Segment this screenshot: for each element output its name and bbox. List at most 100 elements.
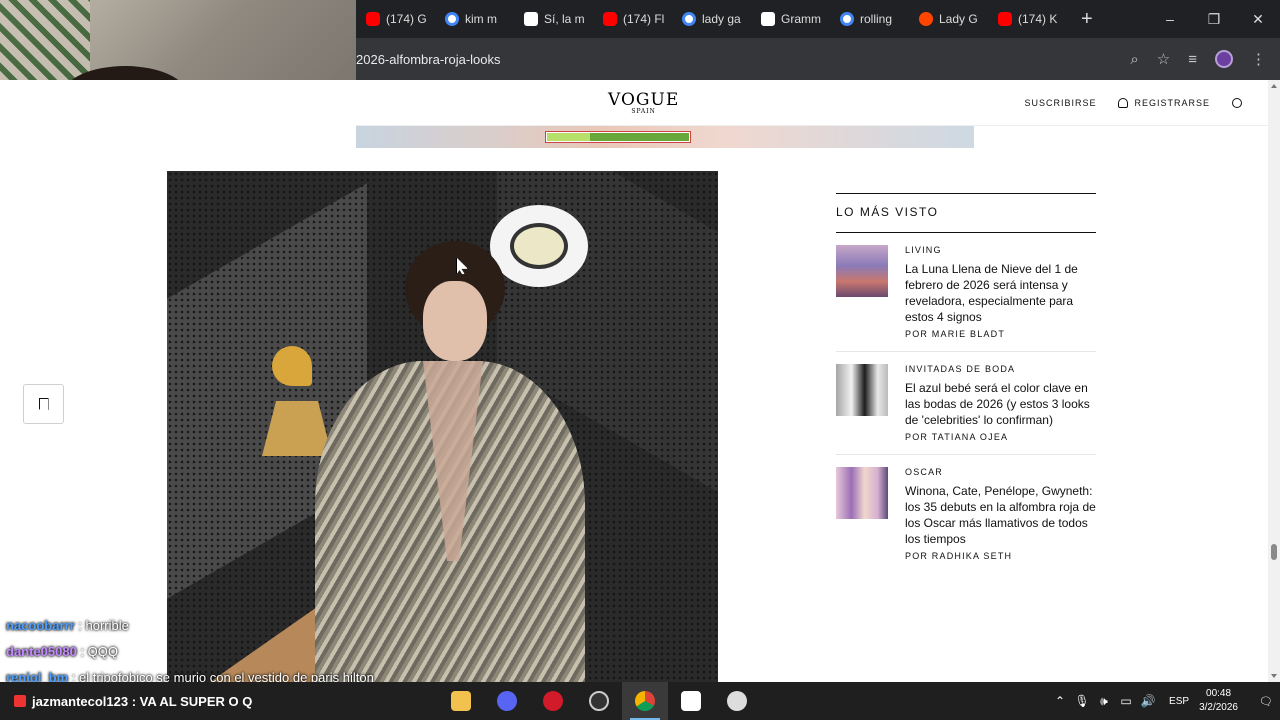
article-title[interactable]: Winona, Cate, Penélope, Gwyneth: los 35 … xyxy=(905,483,1096,547)
browser-tab[interactable]: (174) G xyxy=(356,0,435,38)
browser-tab[interactable]: lady ga xyxy=(672,0,751,38)
web-page: VOGUE SPAIN SUSCRIBIRSE REGISTRARSE LO M… xyxy=(0,80,1268,682)
clock-date: 3/2/2026 xyxy=(1199,702,1238,713)
new-tab-button[interactable]: + xyxy=(1067,8,1107,31)
scrollbar-thumb[interactable] xyxy=(1271,544,1277,560)
article-thumbnail[interactable] xyxy=(836,467,888,519)
tab-label: (174) G xyxy=(386,12,427,26)
list-item[interactable]: OSCAR Winona, Cate, Penélope, Gwyneth: l… xyxy=(836,455,1096,573)
browser-tab[interactable]: kim m xyxy=(435,0,514,38)
grammy-horn xyxy=(272,346,312,386)
url-field[interactable]: 2026-alfombra-roja-looks xyxy=(356,52,1130,67)
search-icon[interactable] xyxy=(1232,98,1242,108)
save-article-button[interactable] xyxy=(23,384,64,424)
list-item[interactable]: INVITADAS DE BODA El azul bebé será el c… xyxy=(836,352,1096,455)
chat-text: : horrible xyxy=(78,618,129,633)
clock[interactable]: 00:48 3/2/2026 xyxy=(1199,687,1238,715)
browser-menu-icon[interactable]: ⋮ xyxy=(1251,50,1266,68)
profile-avatar[interactable] xyxy=(1215,50,1233,68)
browser-tab[interactable]: (174) K xyxy=(988,0,1067,38)
windows-taskbar: jazmantecol123 : VA AL SUPER O Q ⌃ 🎙 🕪 ▭… xyxy=(0,682,1280,720)
browser-tab-bar: (174) G kim m Sí, la m (174) Fl lady ga … xyxy=(356,0,1280,38)
volume-icon[interactable]: 🔊 xyxy=(1137,694,1159,708)
browser-tab[interactable]: Sí, la m xyxy=(514,0,593,38)
capcut-button[interactable] xyxy=(668,682,714,720)
obs-button[interactable] xyxy=(576,682,622,720)
article-byline: POR TATIANA OJEA xyxy=(905,432,1009,442)
user-icon xyxy=(1118,98,1129,108)
chat-message: nacoobarrr : horrible xyxy=(0,615,430,641)
vanity-fair-icon xyxy=(524,12,538,26)
most-viewed-heading: LO MÁS VISTO xyxy=(836,194,1096,233)
site-header: VOGUE SPAIN SUSCRIBIRSE REGISTRARSE xyxy=(356,80,1268,126)
file-explorer-button[interactable] xyxy=(438,682,484,720)
obs-icon xyxy=(589,691,609,711)
ad-banner[interactable] xyxy=(356,126,974,148)
google-icon xyxy=(840,12,854,26)
article-title[interactable]: El azul bebé será el color clave en las … xyxy=(905,380,1096,428)
chat-message: dante05080 : QQQ xyxy=(0,641,430,667)
ad-progress-bar xyxy=(546,132,690,142)
article-category[interactable]: LIVING xyxy=(905,245,1096,255)
media-controls-icon[interactable]: ≡ xyxy=(1188,51,1197,68)
window-controls: – ❐ ✕ xyxy=(1148,0,1280,38)
page-scrollbar[interactable] xyxy=(1268,80,1280,682)
audio-icon[interactable]: 🕪 xyxy=(1093,694,1115,709)
article-byline: POR RADHIKA SETH xyxy=(905,551,1013,561)
browser-tab[interactable]: (174) Fl xyxy=(593,0,672,38)
register-link[interactable]: REGISTRARSE xyxy=(1118,98,1210,108)
browser-tab[interactable]: rolling xyxy=(830,0,909,38)
clock-time: 00:48 xyxy=(1206,688,1232,699)
chat-text: : QQQ xyxy=(80,644,119,659)
scroll-down-arrow[interactable] xyxy=(1271,674,1277,678)
article-thumbnail[interactable] xyxy=(836,245,888,297)
system-tray: ⌃ 🎙 🕪 ▭ 🔊 ESP 00:48 3/2/2026 🗨 xyxy=(1049,682,1280,720)
red-app-icon xyxy=(543,691,563,711)
tab-label: rolling xyxy=(860,12,893,26)
vogue-logo[interactable]: VOGUE SPAIN xyxy=(608,92,679,116)
tab-label: kim m xyxy=(465,12,497,26)
list-item[interactable]: LIVING La Luna Llena de Nieve del 1 de f… xyxy=(836,233,1096,352)
chat-username: dante05080 xyxy=(6,644,77,659)
article-category[interactable]: OSCAR xyxy=(905,467,1096,477)
reddit-icon xyxy=(919,12,933,26)
tab-label: lady ga xyxy=(702,12,741,26)
minimize-button[interactable]: – xyxy=(1148,0,1192,38)
most-viewed-sidebar: LO MÁS VISTO LIVING La Luna Llena de Nie… xyxy=(836,193,1096,573)
microphone-icon[interactable]: 🎙 xyxy=(1071,694,1093,708)
tab-label: Lady G xyxy=(939,12,978,26)
google-icon xyxy=(445,12,459,26)
youtube-icon xyxy=(998,12,1012,26)
grammys-icon xyxy=(761,12,775,26)
settings-button[interactable] xyxy=(714,682,760,720)
scroll-up-arrow[interactable] xyxy=(1271,84,1277,88)
chrome-icon xyxy=(635,691,655,711)
chat-username: nacoobarrr xyxy=(6,618,75,633)
browser-tab[interactable]: Lady G xyxy=(909,0,988,38)
browser-tab[interactable]: Gramm xyxy=(751,0,830,38)
discord-icon xyxy=(497,691,517,711)
article-category[interactable]: INVITADAS DE BODA xyxy=(905,364,1096,374)
chrome-button[interactable] xyxy=(622,682,668,720)
address-bar: 2026-alfombra-roja-looks ⌕ ☆ ≡ ⋮ xyxy=(356,38,1280,80)
article-title[interactable]: La Luna Llena de Nieve del 1 de febrero … xyxy=(905,261,1096,325)
restore-button[interactable]: ❐ xyxy=(1192,0,1236,38)
notification-icon[interactable]: 🗨 xyxy=(1252,695,1280,708)
google-icon xyxy=(682,12,696,26)
network-icon[interactable]: ▭ xyxy=(1115,694,1137,708)
language-indicator[interactable]: ESP xyxy=(1169,696,1189,707)
model-face xyxy=(423,281,487,361)
app-button[interactable] xyxy=(530,682,576,720)
gear-icon xyxy=(727,691,747,711)
chevron-up-icon[interactable]: ⌃ xyxy=(1049,694,1071,708)
bookmark-star-icon[interactable]: ☆ xyxy=(1157,50,1170,68)
zoom-icon[interactable]: ⌕ xyxy=(1130,51,1138,68)
discord-button[interactable] xyxy=(484,682,530,720)
subscribe-link[interactable]: SUSCRIBIRSE xyxy=(1024,98,1096,108)
capcut-icon xyxy=(681,691,701,711)
tab-label: Gramm xyxy=(781,12,821,26)
article-thumbnail[interactable] xyxy=(836,364,888,416)
pinned-chat-text: jazmantecol123 : VA AL SUPER O Q xyxy=(32,693,253,709)
close-button[interactable]: ✕ xyxy=(1236,0,1280,38)
tab-label: (174) Fl xyxy=(623,12,665,26)
